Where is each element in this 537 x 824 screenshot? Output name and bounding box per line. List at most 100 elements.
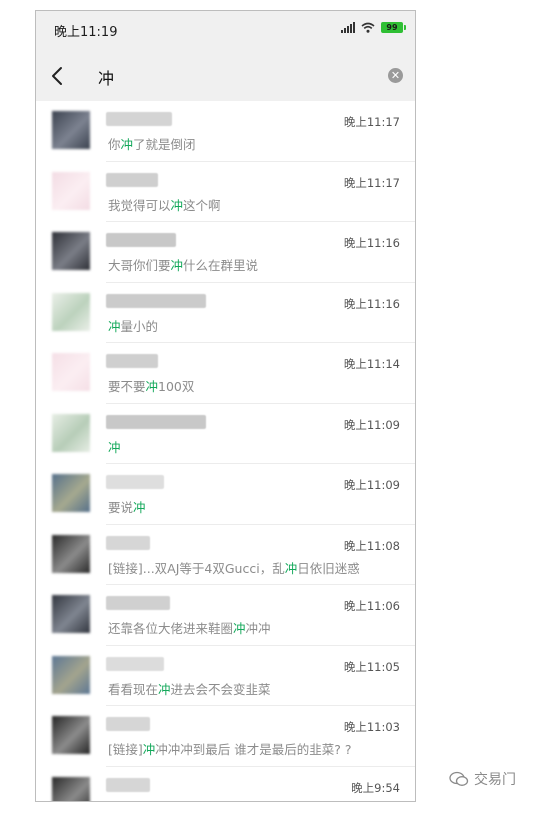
search-highlight: 冲 (142, 742, 156, 757)
message-snippet: 要说冲 (108, 497, 146, 516)
message-time: 晚上11:09 (343, 417, 400, 432)
contact-name-blurred (106, 475, 164, 489)
search-highlight: 冲 (108, 439, 121, 455)
contact-name-blurred (106, 596, 170, 610)
avatar (52, 292, 90, 331)
avatar (52, 534, 90, 573)
message-snippet: [链接]...双AJ等于4双Gucci，乱冲日依旧迷惑 (108, 558, 360, 577)
wifi-icon (361, 22, 375, 33)
snippet-text: 进去会不会变韭菜 (170, 681, 271, 697)
list-item[interactable]: 你冲了就是倒闭 晚上11:17 (36, 101, 415, 162)
avatar (52, 474, 90, 512)
contact-name-blurred (106, 656, 164, 671)
avatar (52, 353, 90, 391)
signal-icon (341, 22, 355, 33)
avatar (52, 716, 90, 754)
avatar (52, 413, 90, 452)
status-bar: 晚上11:19 99 (36, 11, 415, 49)
snippet-text: 你 (108, 137, 121, 152)
list-item[interactable]: 还靠各位大佬进来鞋圈冲冲冲 晚上11:06 (36, 585, 415, 646)
message-time: 晚上11:05 (343, 659, 400, 674)
search-highlight: 冲 (145, 379, 159, 394)
contact-name-blurred (106, 293, 206, 308)
snippet-text: 还靠各位大佬进来鞋圈 (108, 621, 234, 636)
search-highlight: 冲 (170, 258, 184, 273)
message-snippet: 还靠各位大佬进来鞋圈冲冲冲 (108, 618, 271, 637)
search-highlight: 冲 (158, 681, 171, 697)
contact-name-blurred (106, 233, 176, 247)
contact-name-blurred (106, 414, 206, 429)
list-item[interactable]: 冲量小的 晚上11:16 (36, 283, 415, 343)
snippet-text: 要说 (108, 500, 134, 515)
list-item[interactable]: 要说冲 晚上11:09 (36, 464, 415, 525)
message-snippet: [链接]冲冲冲冲到最后 谁才是最后的韭菜? ? (108, 739, 352, 758)
snippet-text: 什么在群里说 (183, 258, 259, 273)
snippet-text: 日依旧迷惑 (297, 560, 360, 576)
search-highlight: 冲 (284, 560, 298, 576)
phone-screen: 晚上11:19 99 冲 ✕ 你冲了就是倒闭 晚上11:17 我觉得可以冲这个啊 晚上… (35, 10, 416, 802)
search-highlight: 冲 (170, 197, 184, 213)
message-time: 晚上11:17 (343, 115, 400, 129)
message-snippet: 硬冲 (108, 800, 133, 802)
message-snippet: 你冲了就是倒闭 (108, 134, 196, 153)
list-item[interactable]: 看看现在冲进去会不会变韭菜 晚上11:05 (36, 646, 415, 706)
avatar (52, 655, 90, 694)
back-arrow-icon[interactable] (46, 64, 70, 88)
contact-name-blurred (106, 112, 172, 126)
watermark: 交易门 (449, 769, 516, 789)
message-time: 晚上11:09 (343, 478, 400, 492)
message-time: 晚上11:16 (343, 296, 400, 311)
status-icons: 99 (341, 22, 406, 33)
contact-name-blurred (106, 717, 150, 731)
snippet-text: 100双 (158, 379, 195, 394)
wechat-logo-icon (449, 771, 469, 786)
snippet-text: 看看现在 (108, 681, 159, 697)
snippet-text: 量小的 (120, 318, 159, 334)
snippet-text: [链接]...双AJ等于4双Gucci，乱 (108, 560, 285, 576)
snippet-text: [链接] (108, 742, 143, 757)
battery-icon: 99 (381, 22, 406, 33)
list-item[interactable]: 大哥你们要冲什么在群里说 晚上11:16 (36, 222, 415, 283)
search-input[interactable]: 冲 (98, 65, 114, 89)
message-snippet: 大哥你们要冲什么在群里说 (108, 255, 258, 274)
clear-search-icon[interactable]: ✕ (388, 68, 403, 83)
message-time: 晚上11:08 (343, 538, 400, 553)
avatar (52, 171, 90, 210)
snippet-text: 冲冲 (245, 621, 271, 636)
list-item[interactable]: [链接]...双AJ等于4双Gucci，乱冲日依旧迷惑 晚上11:08 (36, 525, 415, 585)
search-highlight: 冲 (233, 621, 246, 636)
message-snippet: 我觉得可以冲这个啊 (108, 195, 221, 214)
avatar (52, 232, 90, 270)
message-time: 晚上11:16 (343, 236, 400, 250)
search-highlight: 冲 (108, 318, 121, 334)
message-time: 晚上11:14 (343, 357, 400, 371)
contact-name-blurred (106, 777, 150, 792)
search-results-list: 你冲了就是倒闭 晚上11:17 我觉得可以冲这个啊 晚上11:17 大哥你们要冲什么在群… (36, 101, 415, 802)
message-time: 晚上11:06 (343, 599, 400, 613)
search-highlight: 冲 (120, 137, 134, 152)
message-time: 晚上11:03 (343, 720, 400, 734)
list-item[interactable]: 硬冲 晚上9:54 (36, 767, 415, 802)
message-snippet: 要不要冲100双 (108, 376, 194, 395)
contact-name-blurred (106, 535, 150, 550)
list-item[interactable]: 冲 晚上11:09 (36, 404, 415, 464)
list-item[interactable]: [链接]冲冲冲冲到最后 谁才是最后的韭菜? ? 晚上11:03 (36, 706, 415, 767)
message-snippet: 冲 (108, 437, 121, 456)
search-highlight: 冲 (133, 500, 146, 515)
message-snippet: 冲量小的 (108, 316, 158, 335)
search-bar: 冲 ✕ (36, 49, 415, 101)
message-snippet: 看看现在冲进去会不会变韭菜 (108, 679, 271, 698)
snippet-text: 我觉得可以 (108, 197, 171, 213)
list-item[interactable]: 我觉得可以冲这个啊 晚上11:17 (36, 162, 415, 222)
contact-name-blurred (106, 172, 158, 187)
watermark-text: 交易门 (474, 772, 516, 788)
avatar (52, 776, 90, 801)
message-time: 晚上11:17 (343, 175, 400, 190)
message-time: 晚上9:54 (351, 780, 400, 795)
contact-name-blurred (106, 354, 158, 368)
snippet-text: 冲冲冲到最后 谁才是最后的韭菜? ? (155, 742, 352, 757)
list-item[interactable]: 要不要冲100双 晚上11:14 (36, 343, 415, 404)
snippet-text: 了就是倒闭 (133, 137, 196, 152)
avatar (52, 595, 90, 633)
snippet-text: 要不要 (108, 379, 146, 394)
